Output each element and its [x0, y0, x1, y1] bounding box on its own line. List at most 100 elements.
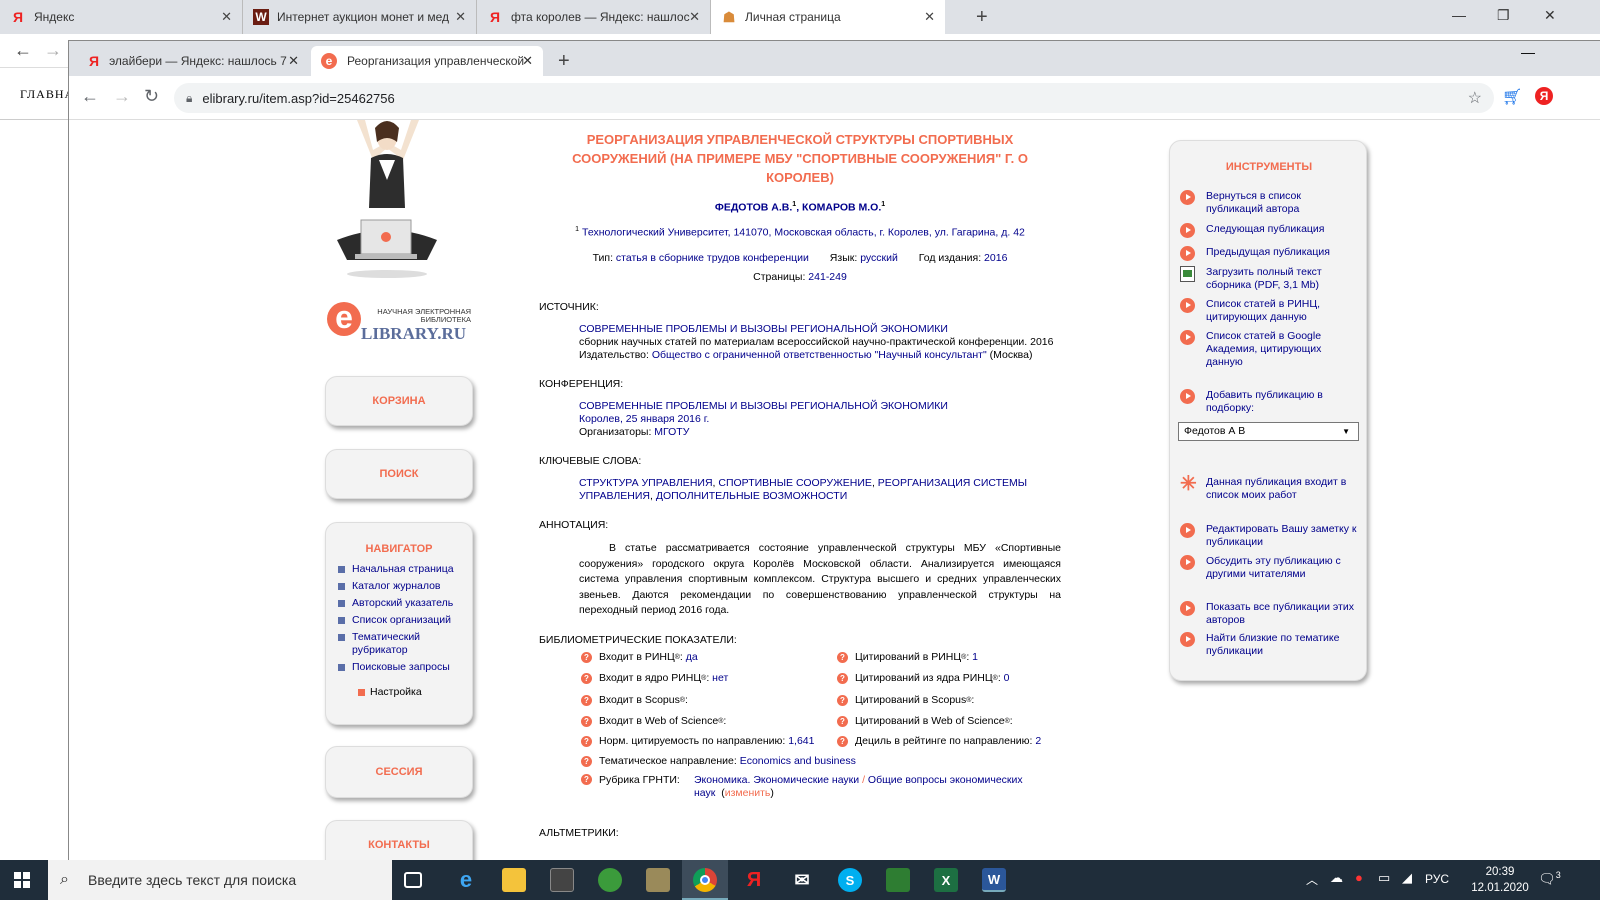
nav-link[interactable]: Список организаций — [352, 614, 451, 626]
tool-link[interactable]: Следующая публикация — [1206, 223, 1324, 238]
metric-value[interactable]: 1 — [972, 651, 978, 663]
nav-link[interactable]: Начальная страница — [352, 563, 454, 575]
tool-show-authors[interactable]: Показать все публикации этих авторов — [1180, 601, 1360, 627]
language-indicator[interactable]: РУС — [1425, 872, 1449, 886]
grnti-link[interactable]: Экономика. Экономические науки — [694, 774, 859, 786]
app-icon[interactable] — [598, 868, 622, 892]
help-icon[interactable]: ? — [581, 755, 592, 767]
chevron-up-icon[interactable]: ︿ — [1306, 871, 1318, 888]
network-alert-icon[interactable]: ● — [1355, 870, 1363, 885]
minimize-icon[interactable]: — — [1452, 7, 1466, 23]
nav-item[interactable]: Авторский указатель — [338, 597, 472, 610]
year-value[interactable]: 2016 — [984, 252, 1007, 264]
yandex-browser-icon[interactable]: Я — [742, 868, 766, 892]
nav-item[interactable]: Каталог журналов — [338, 580, 472, 593]
tool-link[interactable]: Редактировать Вашу заметку к публикации — [1206, 523, 1360, 549]
help-icon[interactable]: ? — [837, 651, 848, 663]
elibrary-logo-icon[interactable]: e — [327, 301, 361, 336]
cart-button[interactable]: КОРЗИНА — [325, 376, 473, 426]
close-icon[interactable]: ✕ — [924, 9, 935, 25]
yandex-extension-icon[interactable]: Я — [1535, 87, 1553, 105]
chrome-taskbar-button[interactable] — [682, 860, 728, 900]
tool-discuss[interactable]: Обсудить эту публикацию с другими читате… — [1180, 555, 1360, 581]
help-icon[interactable]: ? — [837, 735, 848, 747]
cloud-icon[interactable]: ☁ — [1330, 870, 1343, 886]
help-icon[interactable]: ? — [581, 735, 592, 747]
tool-next[interactable]: Следующая публикация — [1180, 223, 1360, 238]
app-icon[interactable] — [886, 868, 910, 892]
task-view-icon[interactable] — [404, 872, 422, 888]
minimize-icon[interactable]: — — [1521, 44, 1535, 60]
word-icon[interactable]: W — [982, 868, 1006, 892]
keyword-link[interactable]: СТРУКТУРА УПРАВЛЕНИЯ — [579, 477, 713, 489]
tool-edit-note[interactable]: Редактировать Вашу заметку к публикации — [1180, 523, 1360, 549]
close-icon[interactable]: ✕ — [455, 9, 466, 25]
back-arrow-icon[interactable]: ← — [81, 86, 99, 107]
contacts-button[interactable]: КОНТАКТЫ — [325, 820, 473, 861]
author-link[interactable]: КОМАРОВ М.О. — [802, 202, 881, 214]
keyword-link[interactable]: СПОРТИВНЫЕ СООРУЖЕНИЕ — [718, 477, 872, 489]
tool-my-works[interactable]: ✳ Данная публикация входит в список моих … — [1180, 474, 1360, 502]
conference-title-link[interactable]: СОВРЕМЕННЫЕ ПРОБЛЕМЫ И ВЫЗОВЫ РЕГИОНАЛЬН… — [579, 400, 948, 412]
metric-value[interactable]: нет — [712, 672, 728, 684]
front-tab-elibrary[interactable]: e Реорганизация управленческой ✕ — [311, 46, 543, 76]
front-tab-yandex[interactable]: Яэлайбери — Яндекс: нашлось 7 ✕ — [79, 46, 309, 76]
cart-icon[interactable]: 🛒︎ — [1502, 87, 1522, 107]
change-link[interactable]: изменить — [725, 787, 771, 799]
back-tab-fta[interactable]: Яфта королев — Яндекс: нашлос ✕ — [477, 0, 711, 34]
main-link[interactable]: ГЛАВНА — [20, 87, 74, 102]
source-title-link[interactable]: СОВРЕМЕННЫЕ ПРОБЛЕМЫ И ВЫЗОВЫ РЕГИОНАЛЬН… — [579, 323, 948, 335]
nav-link[interactable]: Поисковые запросы — [352, 661, 450, 673]
help-icon[interactable]: ? — [581, 694, 592, 706]
affiliation-text[interactable]: Технологический Университет, 141070, Мос… — [582, 226, 1025, 238]
file-explorer-icon[interactable] — [502, 868, 526, 892]
nav-item[interactable]: Начальная страница — [338, 563, 472, 576]
tool-link[interactable]: Вернуться в список публикаций автора — [1206, 190, 1360, 216]
back-tab-personal[interactable]: ☗ Личная страница ✕ — [711, 0, 945, 34]
taskbar-search[interactable]: ⌕ Введите здесь текст для поиска — [48, 860, 392, 900]
reload-icon[interactable]: ↻ — [144, 86, 159, 107]
mail-icon[interactable]: ✉ — [790, 868, 814, 892]
collection-select[interactable]: Федотов А В ▼ — [1178, 422, 1359, 441]
tool-link[interactable]: Найти близкие по тематике публикации — [1206, 632, 1360, 658]
close-icon[interactable]: ✕ — [522, 53, 533, 69]
metric-value[interactable]: 0 — [1004, 672, 1010, 684]
lang-value[interactable]: русский — [860, 252, 898, 264]
tool-link[interactable]: Показать все публикации этих авторов — [1206, 601, 1360, 627]
help-icon[interactable]: ? — [581, 651, 592, 663]
forward-arrow-icon[interactable]: → — [44, 40, 62, 61]
star-icon[interactable]: ☆ — [1468, 88, 1482, 108]
close-icon[interactable]: ✕ — [288, 53, 299, 69]
help-icon[interactable]: ? — [581, 672, 592, 684]
back-tab-yandex[interactable]: Я Яндекс ✕ — [0, 0, 243, 34]
edge-icon[interactable]: e — [454, 867, 478, 892]
type-value[interactable]: статья в сборнике трудов конференции — [616, 252, 809, 264]
maximize-icon[interactable]: ❐ — [1497, 7, 1510, 24]
tool-back-to-author[interactable]: Вернуться в список публикаций автора — [1180, 190, 1360, 216]
tool-link[interactable]: Список статей в Google Академия, цитирую… — [1206, 330, 1360, 369]
nav-link[interactable]: Тематический рубрикатор — [352, 631, 420, 656]
close-icon[interactable]: ✕ — [221, 9, 232, 25]
tool-rinc-citing[interactable]: Список статей в РИНЦ, цитирующих данную — [1180, 298, 1360, 324]
tool-find-similar[interactable]: Найти близкие по тематике публикации — [1180, 632, 1360, 658]
nav-item[interactable]: Список организаций — [338, 614, 472, 627]
metric-value[interactable]: Economics and business — [740, 755, 856, 767]
tool-link[interactable]: Список статей в РИНЦ, цитирующих данную — [1206, 298, 1360, 324]
logo-text[interactable]: LIBRARY.RU — [361, 324, 466, 344]
tool-link[interactable]: Предыдущая публикация — [1206, 246, 1330, 261]
tool-add-collection[interactable]: Добавить публикацию в подборку: — [1180, 389, 1360, 415]
nav-link[interactable]: Каталог журналов — [352, 580, 441, 592]
keyword-link[interactable]: ДОПОЛНИТЕЛЬНЫЕ ВОЗМОЖНОСТИ — [656, 490, 847, 502]
back-tab-auction[interactable]: W Интернет аукцион монет и мед ✕ — [243, 0, 477, 34]
tool-link[interactable]: Загрузить полный текст сборника (PDF, 3,… — [1206, 266, 1360, 292]
nav-item[interactable]: Поисковые запросы — [338, 661, 472, 674]
store-icon[interactable] — [550, 868, 574, 892]
forward-arrow-icon[interactable]: → — [113, 86, 131, 107]
back-arrow-icon[interactable]: ← — [14, 40, 32, 61]
tool-download-pdf[interactable]: Загрузить полный текст сборника (PDF, 3,… — [1180, 266, 1360, 292]
tool-google-citing[interactable]: Список статей в Google Академия, цитирую… — [1180, 330, 1360, 369]
publisher-link[interactable]: Общество с ограниченной ответственностью… — [652, 349, 987, 361]
author-link[interactable]: ФЕДОТОВ А.В. — [715, 202, 792, 214]
address-bar[interactable]: 🔒︎ elibrary.ru/item.asp?id=25462756 ☆ — [174, 83, 1494, 113]
settings-link[interactable]: Настройка — [358, 686, 472, 698]
